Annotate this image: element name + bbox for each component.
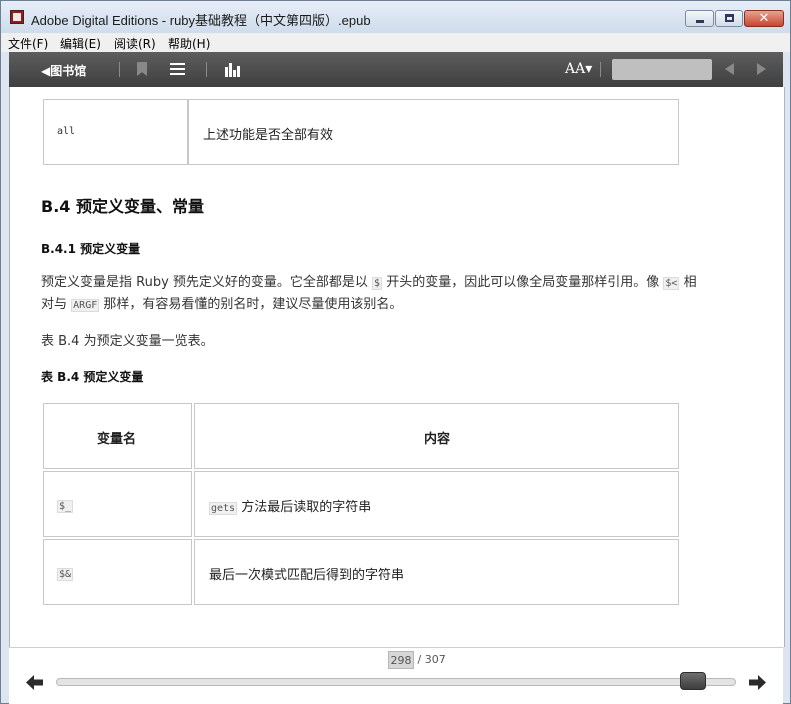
slider-thumb[interactable] — [679, 672, 706, 690]
table-header-cell: 内容 — [194, 403, 679, 469]
paragraph-line: 预定义变量是指 Ruby 预先定义好的变量。它全部都是以 $ 开头的变量，因此可… — [41, 275, 697, 290]
bookmark-icon[interactable] — [137, 62, 147, 76]
page-number-input[interactable]: 298 — [388, 651, 414, 669]
menu-read[interactable]: 阅读(R) — [114, 35, 156, 52]
next-icon[interactable] — [757, 63, 766, 75]
maximize-icon — [725, 14, 734, 22]
maximize-button[interactable] — [715, 10, 743, 27]
prev-icon[interactable] — [725, 63, 734, 75]
minimize-icon — [696, 20, 704, 23]
inline-code: ARGF — [71, 299, 100, 312]
table-row: gets 方法最后读取的字符串 — [194, 471, 679, 537]
menu-edit[interactable]: 编辑(E) — [60, 35, 101, 52]
search-input[interactable] — [612, 59, 712, 80]
app-icon — [10, 10, 24, 24]
table-row: $& — [43, 539, 192, 605]
inline-code: $ — [372, 277, 383, 290]
page-navigator: 298 / 307 — [9, 647, 783, 704]
inline-code: $< — [663, 277, 680, 290]
cell-value: 上述功能是否全部有效 — [203, 128, 334, 143]
next-page-icon[interactable] — [749, 675, 766, 690]
table-header-cell: 变量名 — [43, 403, 192, 469]
var-name: $& — [57, 568, 74, 581]
toolbar-divider — [206, 62, 207, 77]
section-heading: B.4 预定义变量、常量 — [41, 197, 204, 216]
toc-list-icon[interactable] — [170, 63, 185, 76]
page-slider[interactable] — [56, 678, 736, 686]
table-cell: all — [43, 99, 188, 165]
prev-page-icon[interactable] — [26, 675, 43, 690]
library-button[interactable]: ◀图书馆 — [41, 62, 86, 79]
close-button[interactable]: ✕ — [744, 10, 784, 27]
page-total: / 307 — [417, 653, 446, 666]
table-row: $_ — [43, 471, 192, 537]
var-content: 最后一次模式匹配后得到的字符串 — [209, 568, 405, 583]
reader-toolbar: ◀图书馆 AA▾ — [9, 52, 783, 87]
cell-key: all — [57, 126, 76, 137]
title-bar: Adobe Digital Editions - ruby基础教程（中文第四版）… — [1, 1, 790, 33]
paragraph: 表 B.4 为预定义变量一览表。 — [41, 334, 214, 349]
table-caption: 表 B.4 预定义变量 — [41, 370, 144, 384]
table-row: 最后一次模式匹配后得到的字符串 — [194, 539, 679, 605]
subsection-heading: B.4.1 预定义变量 — [41, 242, 141, 256]
toolbar-divider — [119, 62, 120, 77]
book-page: all 上述功能是否全部有效 B.4 预定义变量、常量 B.4.1 预定义变量 … — [9, 87, 785, 647]
window-title: Adobe Digital Editions - ruby基础教程（中文第四版）… — [31, 13, 371, 28]
app-window: Adobe Digital Editions - ruby基础教程（中文第四版）… — [0, 0, 791, 704]
minimize-button[interactable] — [685, 10, 714, 27]
table-cell: 上述功能是否全部有效 — [188, 99, 679, 165]
close-icon: ✕ — [758, 11, 770, 26]
toolbar-divider — [600, 62, 601, 77]
var-content: gets 方法最后读取的字符串 — [209, 500, 372, 515]
paragraph-line: 对与 ARGF 那样，有容易看懂的别名时，建议尽量使用该别名。 — [41, 297, 403, 312]
menu-bar: 文件(F) 编辑(E) 阅读(R) 帮助(H) — [1, 33, 790, 52]
page-indicator: 298 / 307 — [388, 651, 446, 669]
menu-help[interactable]: 帮助(H) — [168, 35, 210, 52]
var-name: $_ — [57, 500, 74, 513]
bar-chart-icon[interactable] — [225, 62, 241, 77]
menu-file[interactable]: 文件(F) — [8, 35, 48, 52]
font-size-button[interactable]: AA▾ — [565, 61, 592, 77]
